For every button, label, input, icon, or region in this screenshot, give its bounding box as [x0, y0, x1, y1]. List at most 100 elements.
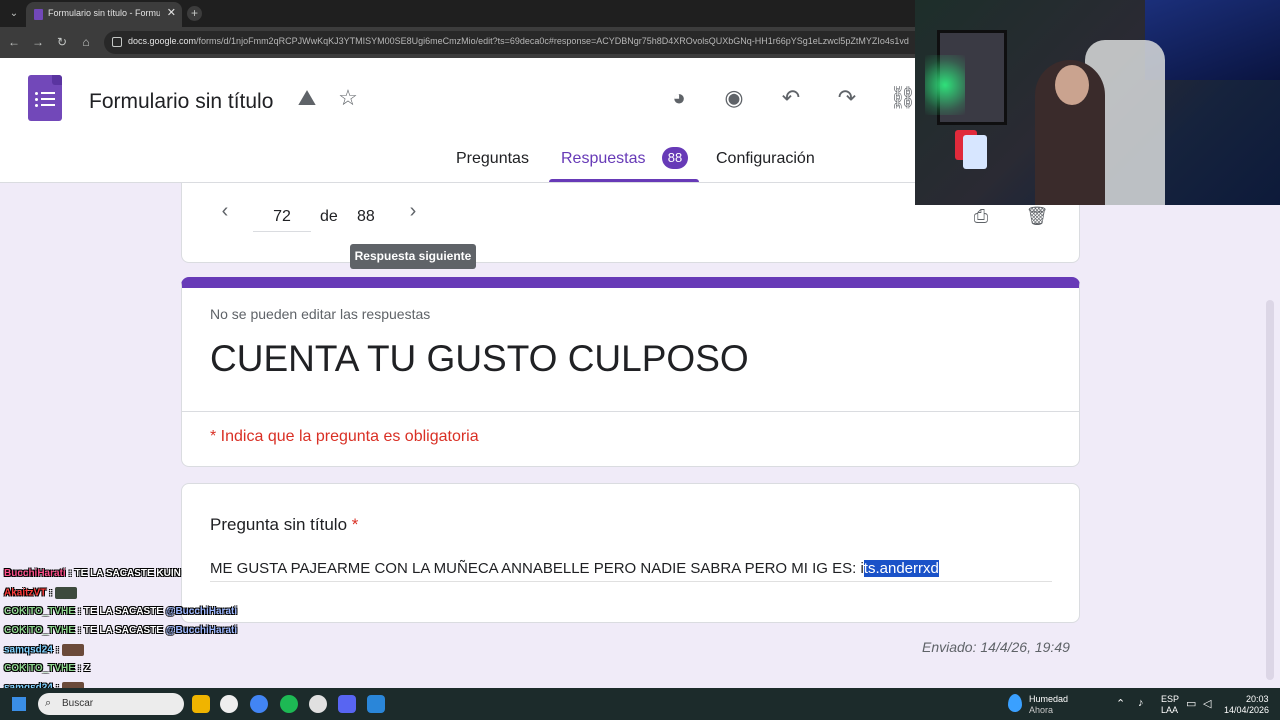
link-icon[interactable]: ⛓: [889, 84, 917, 112]
language-indicator[interactable]: ESP: [1161, 694, 1179, 704]
answer-selected-text: ts.anderrxd: [863, 560, 939, 577]
spotify-icon[interactable]: [280, 695, 298, 713]
webcam-streamer-head: [1055, 65, 1089, 105]
taskbar-search[interactable]: ⌕ Buscar: [38, 693, 184, 715]
chat-message: COKITO_TVHE : Z: [4, 663, 264, 682]
answer-text: ME GUSTA PAJEARME CON LA MUÑECA ANNABELL…: [210, 560, 864, 577]
chat-emote-icon: [61, 644, 84, 656]
back-icon[interactable]: ←: [6, 34, 22, 50]
browser-tab[interactable]: Formulario sin título - Formular ✕: [26, 2, 182, 27]
forms-favicon-icon: [34, 9, 43, 20]
print-icon[interactable]: ⎙: [968, 203, 994, 229]
response-number-input[interactable]: 72: [253, 204, 311, 232]
question-card: Pregunta sin título * ME GUSTA PAJEARME …: [181, 483, 1080, 623]
tray-chevron-icon[interactable]: ⌃: [1116, 697, 1125, 710]
chat-username: samqsd24: [4, 644, 53, 656]
discord-icon[interactable]: [338, 695, 356, 713]
required-mark: *: [351, 515, 359, 534]
url-domain: docs.google.com: [128, 36, 197, 46]
clock-time[interactable]: 20:03: [1246, 694, 1269, 704]
preview-eye-icon[interactable]: ◉: [720, 84, 748, 112]
weather-sub: Ahora: [1029, 705, 1054, 715]
move-to-drive-icon[interactable]: ⛰: [293, 84, 321, 112]
overwatch-icon[interactable]: [220, 695, 238, 713]
app-icon[interactable]: [367, 695, 385, 713]
next-response-tooltip: Respuesta siguiente: [350, 244, 476, 269]
search-icon: ⌕: [45, 697, 52, 709]
webcam-cup: [963, 135, 987, 169]
next-response-icon[interactable]: ›: [401, 199, 425, 223]
page-scrollbar[interactable]: [1266, 300, 1274, 680]
new-tab-button[interactable]: +: [187, 6, 202, 21]
weather-drop-icon[interactable]: [1008, 694, 1022, 712]
chat-text: :: [46, 587, 56, 599]
chat-text: : TE LA SACASTE: [74, 606, 166, 617]
chat-message: samqsd24 :: [4, 644, 264, 663]
chrome-icon[interactable]: [250, 695, 268, 713]
chat-username: COKITO_TVHE: [4, 663, 75, 674]
weather-label[interactable]: Humedad: [1029, 694, 1068, 704]
form-title-card: No se pueden editar las respuestas CUENT…: [181, 277, 1080, 467]
chat-username: COKITO_TVHE: [4, 625, 75, 636]
tab-close-icon[interactable]: ✕: [167, 6, 176, 19]
chat-message: BucchiHarati : TE LA SACASTE KUIN: [4, 568, 264, 587]
keyboard-layout: LAA: [1161, 705, 1179, 715]
site-info-icon[interactable]: [112, 37, 122, 47]
star-icon[interactable]: ☆: [334, 84, 362, 112]
forward-icon[interactable]: →: [30, 34, 46, 50]
pager-total: 88: [357, 208, 375, 225]
previous-response-icon[interactable]: ‹: [213, 199, 237, 223]
url-path: /forms/d/1njoFmm2qRCPJWwKqKJ3YTMISYM00SE…: [196, 36, 909, 46]
chat-username: BucchiHarati: [4, 568, 66, 579]
forms-logo-icon[interactable]: [28, 75, 62, 121]
tab-settings[interactable]: Configuración: [716, 150, 815, 183]
windows-taskbar: ⌕ Buscar Humedad Ahora ⌃ ♪ ESP LAA ▭ ◁ 2…: [0, 688, 1280, 720]
chat-text: : TE LA SACASTE KUIN: [65, 568, 181, 579]
undo-icon[interactable]: ↶: [777, 84, 805, 112]
taskbar-search-placeholder: Buscar: [62, 698, 94, 709]
chat-message: COKITO_TVHE : TE LA SACASTE @BucchiHarat…: [4, 625, 264, 644]
chat-message: AkaitzVT :: [4, 587, 264, 606]
file-explorer-icon[interactable]: [192, 695, 210, 713]
address-bar[interactable]: docs.google.com/forms/d/1njoFmm2qRCPJWwK…: [104, 31, 1004, 54]
submitted-timestamp: Enviado: 14/4/26, 19:49: [922, 639, 1070, 655]
clock-date[interactable]: 14/04/2026: [1224, 705, 1269, 715]
webcam-green-light: [925, 55, 965, 115]
question-title-text: Pregunta sin título: [210, 515, 348, 534]
delete-icon[interactable]: 🗑: [1024, 203, 1050, 229]
form-title[interactable]: Formulario sin título: [89, 90, 273, 114]
chat-username: COKITO_TVHE: [4, 606, 75, 617]
tab-search-icon[interactable]: ⌄: [6, 6, 22, 22]
start-icon[interactable]: [12, 697, 26, 711]
microphone-icon[interactable]: ♪: [1138, 697, 1144, 709]
chat-username: AkaitzVT: [4, 587, 47, 599]
home-icon[interactable]: ⌂: [78, 34, 94, 50]
answer-field[interactable]: ME GUSTA PAJEARME CON LA MUÑECA ANNABELL…: [210, 560, 1052, 582]
url-text[interactable]: docs.google.com/forms/d/1njoFmm2qRCPJWwK…: [128, 36, 909, 46]
network-icon[interactable]: ▭: [1186, 697, 1196, 710]
tab-title: Formulario sin título - Formular: [48, 8, 160, 18]
chat-emote-icon: [55, 587, 78, 599]
required-note: * Indica que la pregunta es obligatoria: [210, 428, 479, 445]
webcam-monitor: [1145, 0, 1280, 80]
chat-text: :: [52, 644, 62, 656]
chat-message: COKITO_TVHE : TE LA SACASTE @BucchiHarat…: [4, 606, 264, 625]
obs-icon[interactable]: [309, 695, 327, 713]
webcam-overlay: [915, 0, 1280, 205]
question-title: Pregunta sin título *: [210, 515, 358, 535]
title-divider: [182, 411, 1079, 412]
chat-mention: @BucchiHarati: [165, 625, 238, 636]
palette-icon[interactable]: ◕: [665, 84, 693, 112]
chat-text: : TE LA SACASTE: [74, 625, 166, 636]
volume-icon[interactable]: ◁: [1203, 697, 1211, 710]
redo-icon[interactable]: ↷: [833, 84, 861, 112]
chat-text: : Z: [74, 663, 90, 674]
reload-icon[interactable]: ↻: [54, 34, 70, 50]
active-tab-indicator: [549, 179, 699, 182]
form-heading: CUENTA TU GUSTO CULPOSO: [210, 338, 749, 379]
responses-count-badge: 88: [662, 147, 688, 169]
pager-of-label: de: [320, 208, 338, 225]
chat-mention: @BucchiHarati: [165, 606, 238, 617]
no-edit-notice: No se pueden editar las respuestas: [210, 306, 431, 322]
tab-questions[interactable]: Preguntas: [456, 150, 529, 183]
